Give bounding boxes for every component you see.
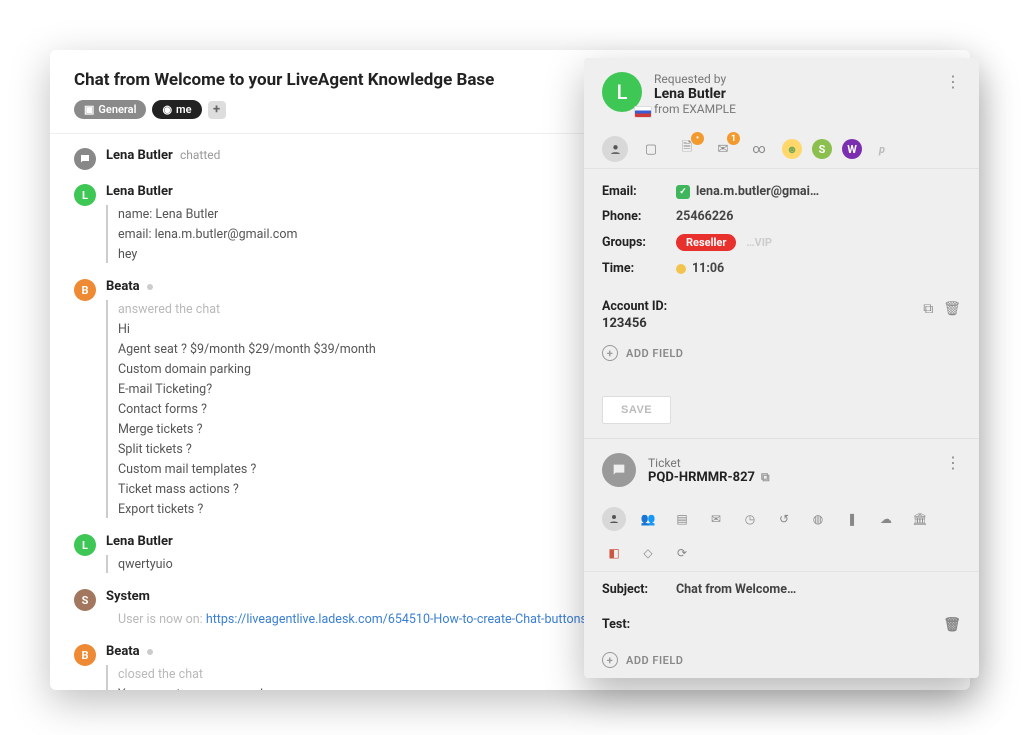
avatar: L xyxy=(74,184,96,206)
tab-person-icon[interactable] xyxy=(602,507,626,531)
author-name: Lena Butler xyxy=(106,148,173,163)
add-field-label: ADD FIELD xyxy=(626,654,683,667)
tab-diamond-icon[interactable]: ◇ xyxy=(636,541,660,565)
subject-value: Chat from Welcome… xyxy=(676,582,796,597)
plus-icon: + xyxy=(602,345,618,361)
account-id-label: Account ID: xyxy=(602,299,961,314)
save-button[interactable]: SAVE xyxy=(602,396,671,424)
time-label: Time: xyxy=(602,261,662,276)
groups-label: Groups: xyxy=(602,235,662,250)
tab-refresh-icon[interactable]: ⟳ xyxy=(670,541,694,565)
ticket-tabs: 👥 ▤ ✉ ◷ ↺ ◍ ❚ ☁ 🏛 ◧ ◇ ⟳ xyxy=(584,497,979,572)
account-id-value: 123456 xyxy=(602,316,961,331)
contact-side-panel: L Requested by Lena Butler from EXAMPLE … xyxy=(584,58,979,678)
email-label: Email: xyxy=(602,184,662,199)
more-icon[interactable]: ⋮ xyxy=(945,72,961,91)
ticket-add-field-button[interactable]: + ADD FIELD xyxy=(584,642,979,678)
duplicate-icon[interactable]: ⧉ xyxy=(923,301,933,317)
notes-badge: • xyxy=(691,132,704,145)
phone-value: 25466226 xyxy=(676,209,733,224)
group-reseller[interactable]: Reseller xyxy=(676,234,736,251)
brand-mailchimp-icon[interactable]: ☻ xyxy=(782,139,802,159)
tab-link-icon[interactable]: ∞ xyxy=(746,136,772,162)
phone-label: Phone: xyxy=(602,209,662,224)
author-name: Beata xyxy=(106,279,140,294)
contact-name: Lena Butler xyxy=(654,86,736,102)
avatar: B xyxy=(74,644,96,666)
ticket-card: Ticket PQD-HRMMR-827 ⧉ ⋮ xyxy=(584,438,979,497)
tag-me-label: me xyxy=(176,103,191,116)
tab-mail-icon[interactable]: ✉ xyxy=(704,507,728,531)
tag-general[interactable]: ▣ General xyxy=(74,100,146,119)
author-name: Beata xyxy=(106,644,140,659)
tab-attachment-icon[interactable]: ❚ xyxy=(840,507,864,531)
copy-icon[interactable]: ⧉ xyxy=(761,470,770,485)
tab-screen-icon[interactable]: ▢ xyxy=(638,136,664,162)
avatar: S xyxy=(74,589,96,611)
email-value: lena.m.butler@gmai… xyxy=(696,184,819,199)
plus-icon: + xyxy=(602,652,618,668)
time-value: 11:06 xyxy=(692,261,724,276)
user-icon: ◉ xyxy=(162,103,172,116)
tab-folder-icon[interactable]: ▤ xyxy=(670,507,694,531)
tab-history-icon[interactable]: ↺ xyxy=(772,507,796,531)
speech-icon xyxy=(74,148,96,170)
requested-by-label: Requested by xyxy=(654,72,736,86)
ticket-subject-row: Subject: Chat from Welcome… xyxy=(584,572,979,607)
contact-tabs: ▢ 🗎• ✉1 ∞ ☻ S W p xyxy=(584,126,979,169)
folder-icon: ▣ xyxy=(84,103,94,116)
add-field-button[interactable]: + ADD FIELD xyxy=(584,335,979,371)
author-name: System xyxy=(106,589,150,604)
tab-cloud-icon[interactable]: ☁ xyxy=(874,507,898,531)
ticket-speech-icon xyxy=(602,453,636,487)
chat-action: chatted xyxy=(180,148,220,162)
time-icon xyxy=(676,264,686,274)
ticket-test-row: Test: 🗑 xyxy=(584,607,979,642)
contact-header: L Requested by Lena Butler from EXAMPLE … xyxy=(602,72,961,116)
tag-general-label: General xyxy=(98,103,136,116)
tab-bank-icon[interactable]: 🏛 xyxy=(908,507,932,531)
author-name: Lena Butler xyxy=(106,184,173,199)
tab-group-icon[interactable]: 👥 xyxy=(636,507,660,531)
mail-badge: 1 xyxy=(727,132,740,145)
status-dot-icon xyxy=(147,649,153,655)
avatar: L xyxy=(74,534,96,556)
test-label: Test: xyxy=(602,617,662,632)
ticket-more-icon[interactable]: ⋮ xyxy=(945,453,961,472)
ticket-id: PQD-HRMMR-827 xyxy=(648,470,755,485)
tab-person-icon[interactable] xyxy=(602,136,628,162)
brand-woo-icon[interactable]: W xyxy=(842,139,862,159)
verified-icon: ✓ xyxy=(676,185,690,199)
status-dot-icon xyxy=(147,284,153,290)
add-field-label: ADD FIELD xyxy=(626,347,683,360)
author-name: Lena Butler xyxy=(106,534,173,549)
add-tag-button[interactable]: + xyxy=(208,101,226,119)
tab-clock-icon[interactable]: ◷ xyxy=(738,507,762,531)
group-vip[interactable]: …VIP xyxy=(746,236,772,249)
brand-shopify-icon[interactable]: S xyxy=(812,139,832,159)
brand-p-icon[interactable]: p xyxy=(872,139,892,159)
system-prefix: User is now on: xyxy=(118,612,206,627)
message-line: You can rate my answers here: xyxy=(118,685,946,690)
tab-notes-icon[interactable]: 🗎• xyxy=(674,136,700,162)
subject-label: Subject: xyxy=(602,582,662,597)
trash-icon[interactable]: 🗑 xyxy=(943,617,961,633)
tab-mail-icon[interactable]: ✉1 xyxy=(710,136,736,162)
tab-globe-icon[interactable]: ◍ xyxy=(806,507,830,531)
tab-square-icon[interactable]: ◧ xyxy=(602,541,626,565)
contact-from: from EXAMPLE xyxy=(654,102,736,116)
contact-details: Email: ✓ lena.m.butler@gmai… Phone: 25466… xyxy=(584,169,979,291)
ticket-label: Ticket xyxy=(648,456,770,470)
trash-icon[interactable]: 🗑 xyxy=(943,301,961,317)
avatar: B xyxy=(74,279,96,301)
account-id-block: Account ID: 123456 ⧉ 🗑 xyxy=(584,291,979,335)
tag-me[interactable]: ◉ me xyxy=(152,100,201,119)
flag-icon xyxy=(634,106,652,118)
